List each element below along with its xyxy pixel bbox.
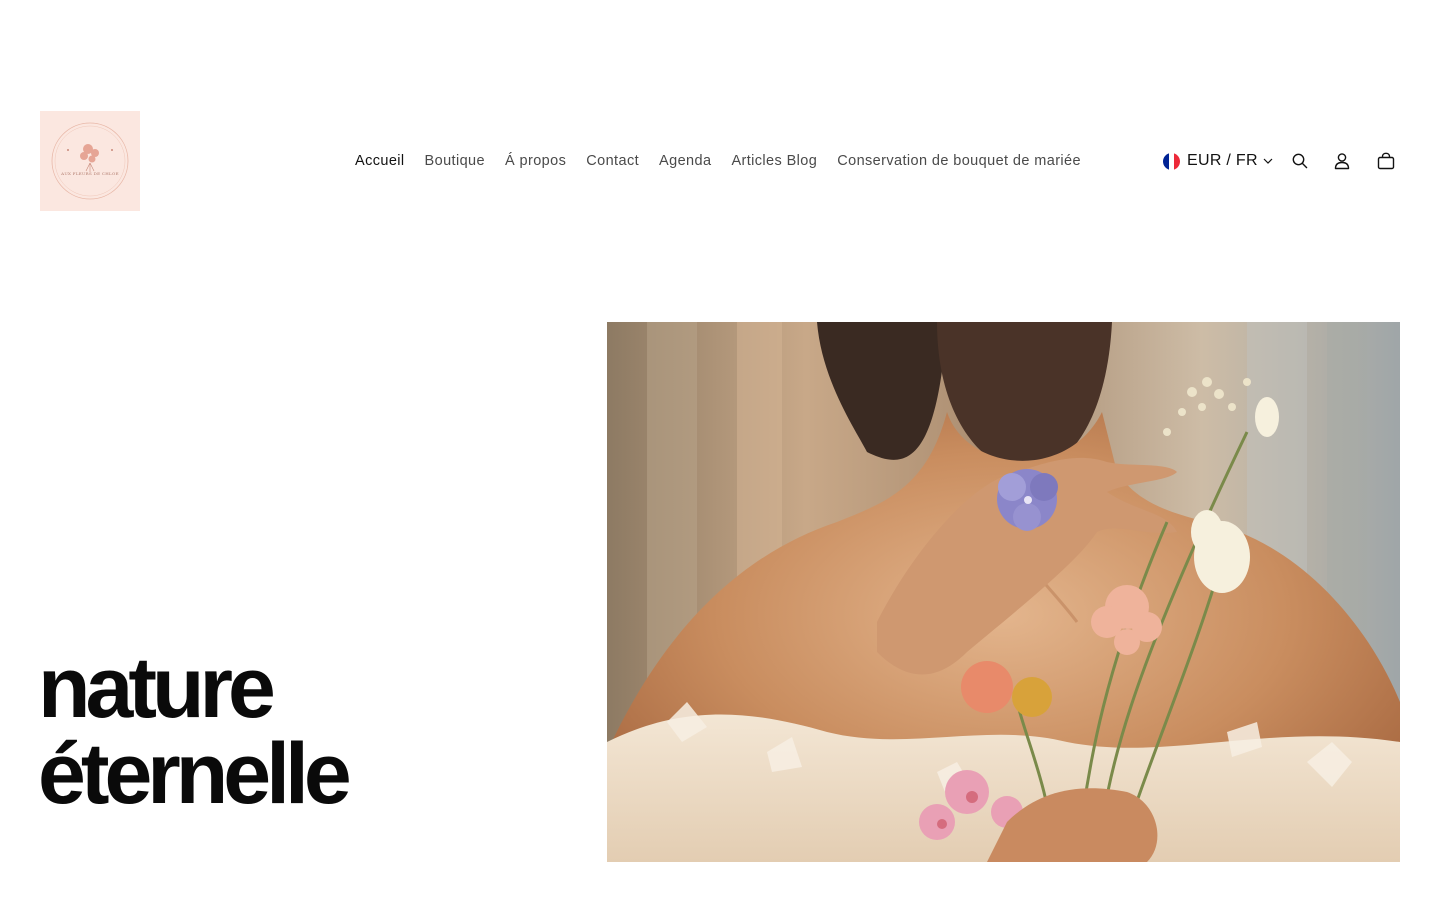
currency-language-selector[interactable]: EUR / FR <box>1163 149 1273 173</box>
nav-item-agenda[interactable]: Agenda <box>649 149 721 173</box>
hero-image <box>607 322 1400 862</box>
site-header: AUX FLEURS DE CHLOE Accueil Boutique Á p… <box>0 111 1440 211</box>
account-icon <box>1334 153 1350 170</box>
hero-title-line-2: éternelle <box>38 726 352 822</box>
nav-item-boutique[interactable]: Boutique <box>415 149 495 173</box>
nav-item-accueil[interactable]: Accueil <box>345 149 415 173</box>
main-nav: Accueil Boutique Á propos Contact Agenda… <box>345 149 1091 173</box>
nav-item-conservation-bouquet[interactable]: Conservation de bouquet de mariée <box>827 149 1091 173</box>
locale-label: EUR / FR <box>1187 152 1258 169</box>
nav-item-articles-blog[interactable]: Articles Blog <box>721 149 827 173</box>
hero-title: nature éternelle <box>38 645 578 817</box>
hero-title-line-1: nature <box>38 640 276 736</box>
account-button[interactable] <box>1330 149 1354 173</box>
nav-item-contact[interactable]: Contact <box>576 149 649 173</box>
cart-icon <box>1377 152 1395 170</box>
cart-button[interactable] <box>1374 149 1398 173</box>
nav-item-a-propos[interactable]: Á propos <box>495 149 576 173</box>
search-button[interactable] <box>1288 149 1312 173</box>
svg-text:AUX FLEURS DE CHLOE: AUX FLEURS DE CHLOE <box>60 171 119 176</box>
brand-logo[interactable]: AUX FLEURS DE CHLOE <box>40 111 140 211</box>
search-icon <box>1292 153 1308 169</box>
chevron-down-icon <box>1263 158 1273 164</box>
france-flag-icon <box>1163 152 1180 170</box>
bride-bouquet-photo <box>607 322 1400 862</box>
logo-emblem-icon: AUX FLEURS DE CHLOE <box>40 111 140 211</box>
